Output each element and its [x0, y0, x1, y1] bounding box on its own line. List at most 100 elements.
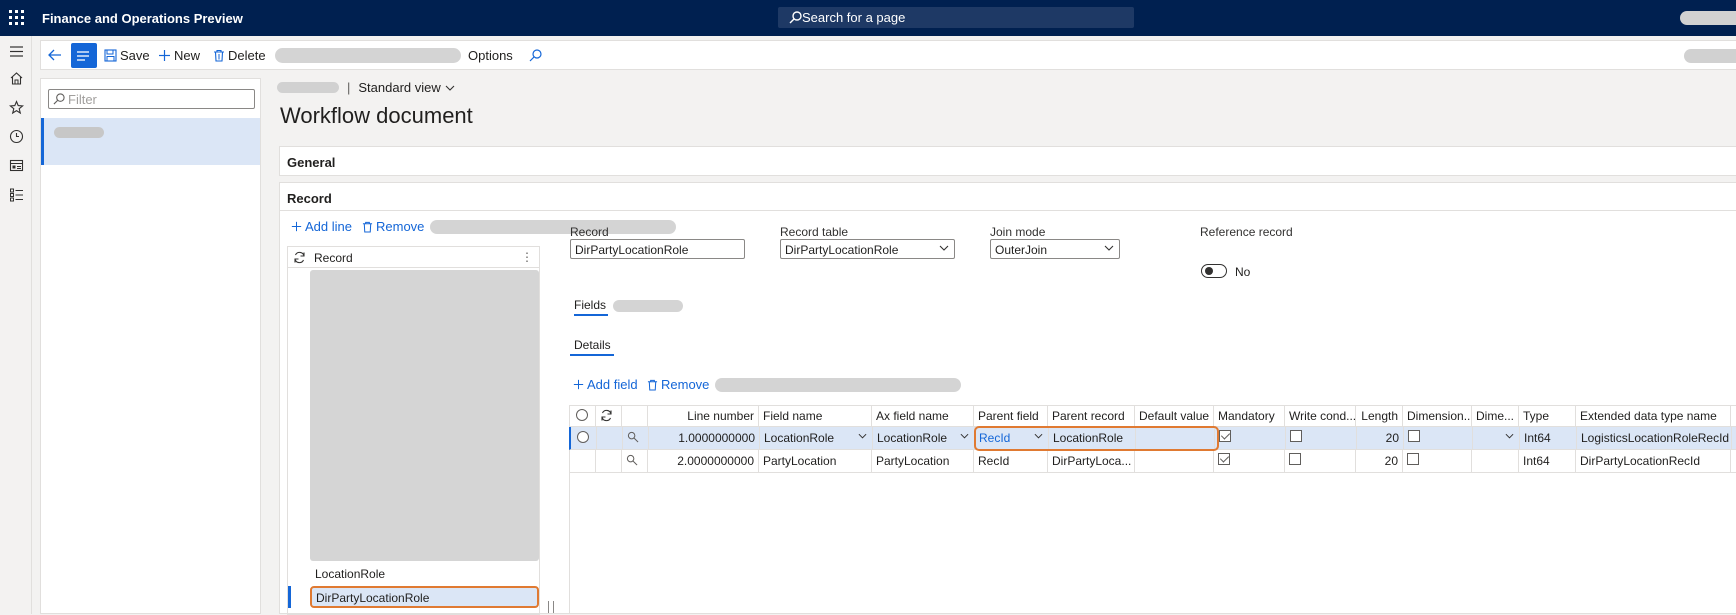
row-select-cell[interactable]: [571, 427, 597, 449]
add-line-button[interactable]: Add line: [291, 219, 352, 234]
list-item-selected[interactable]: [41, 118, 260, 165]
save-button[interactable]: Save: [104, 41, 150, 69]
find-button[interactable]: [529, 41, 545, 69]
col-type[interactable]: Type: [1519, 406, 1576, 426]
cell-parent-record[interactable]: DirPartyLoca...: [1048, 450, 1135, 472]
chevron-down-icon[interactable]: [858, 433, 867, 439]
cell-dimension[interactable]: [1404, 427, 1473, 449]
cell-dimension[interactable]: [1403, 450, 1472, 472]
cell-line-number[interactable]: 2.0000000000: [648, 450, 759, 472]
col-default-value[interactable]: Default value: [1135, 406, 1214, 426]
chevron-down-icon[interactable]: [445, 85, 455, 91]
select-all-cell[interactable]: [570, 406, 596, 426]
cell-mandatory[interactable]: [1215, 427, 1286, 449]
cell-field-name[interactable]: LocationRole: [760, 427, 873, 449]
col-ax-field-name[interactable]: Ax field name: [872, 406, 974, 426]
row-select-cell[interactable]: [570, 450, 596, 472]
new-button[interactable]: New: [158, 41, 200, 69]
delete-button[interactable]: Delete: [213, 41, 266, 69]
refresh-icon[interactable]: [293, 251, 306, 264]
workspaces-icon[interactable]: [9, 158, 24, 173]
cell-parent-field[interactable]: RecId: [974, 450, 1048, 472]
filter-input[interactable]: Filter: [48, 89, 255, 109]
modules-list-icon[interactable]: [9, 187, 24, 202]
cell-length[interactable]: 20: [1357, 427, 1404, 449]
cell-dime[interactable]: [1473, 427, 1520, 449]
remove-line-button[interactable]: Remove: [362, 219, 424, 234]
home-icon[interactable]: [9, 71, 24, 86]
more-options-icon[interactable]: ⋮: [521, 250, 533, 264]
col-edt-name[interactable]: Extended data type name: [1576, 406, 1731, 426]
hamburger-menu-icon[interactable]: [9, 44, 24, 59]
chevron-down-icon[interactable]: [1505, 433, 1514, 439]
view-selector[interactable]: Standard view: [358, 80, 440, 95]
breadcrumb-separator: |: [347, 80, 351, 95]
tree-item-dirpartylocationrole[interactable]: DirPartyLocationRole: [310, 586, 539, 608]
col-write-cond[interactable]: Write cond...: [1285, 406, 1356, 426]
cell-parent-field[interactable]: RecId: [975, 427, 1049, 449]
app-launcher-icon[interactable]: [9, 10, 25, 26]
splitter-handle[interactable]: [548, 601, 554, 613]
cell-ax-field-name[interactable]: PartyLocation: [872, 450, 974, 472]
cell-ax-field-name[interactable]: LocationRole: [873, 427, 975, 449]
col-field-name[interactable]: Field name: [759, 406, 872, 426]
write-cond-checkbox[interactable]: [1289, 453, 1301, 465]
action-pane-menu-button[interactable]: [71, 43, 97, 68]
col-mandatory[interactable]: Mandatory: [1214, 406, 1285, 426]
row-lookup-cell[interactable]: [623, 427, 649, 449]
tab-details[interactable]: Details: [570, 338, 614, 356]
cell-length[interactable]: 20: [1356, 450, 1403, 472]
remove-field-button[interactable]: Remove: [647, 377, 709, 392]
table-row[interactable]: 1.0000000000 LocationRole LocationRole R…: [569, 427, 1736, 450]
mandatory-checkbox[interactable]: [1218, 453, 1230, 465]
cell-edt-name[interactable]: DirPartyLocationRecId: [1576, 450, 1731, 472]
chevron-down-icon[interactable]: [1034, 433, 1043, 439]
cell-write-cond[interactable]: [1286, 427, 1357, 449]
cell-edt-name[interactable]: LogisticsLocationRoleRecId: [1577, 427, 1732, 449]
dimension-checkbox[interactable]: [1407, 453, 1419, 465]
add-field-button[interactable]: Add field: [573, 377, 638, 392]
refresh-icon[interactable]: [600, 409, 613, 422]
tab-fields[interactable]: Fields: [574, 298, 608, 316]
col-dimension[interactable]: Dimension...: [1403, 406, 1472, 426]
col-dime[interactable]: Dime...: [1472, 406, 1519, 426]
options-button[interactable]: Options: [468, 41, 513, 69]
cell-default-value[interactable]: [1136, 427, 1215, 449]
lookup-search-icon[interactable]: [627, 431, 639, 443]
cell-write-cond[interactable]: [1285, 450, 1356, 472]
cell-mandatory[interactable]: [1214, 450, 1285, 472]
cell-field-name[interactable]: PartyLocation: [759, 450, 872, 472]
lookup-search-icon[interactable]: [626, 454, 638, 466]
fasttab-record-header[interactable]: Record: [287, 191, 332, 206]
refresh-cell[interactable]: [596, 406, 622, 426]
reference-record-toggle[interactable]: [1201, 264, 1227, 278]
cell-line-number[interactable]: 1.0000000000: [649, 427, 760, 449]
cell-type[interactable]: Int64: [1519, 450, 1576, 472]
user-avatar-placeholder[interactable]: [1680, 11, 1736, 25]
back-button[interactable]: [47, 41, 66, 69]
cell-type[interactable]: Int64: [1520, 427, 1577, 449]
clock-recent-icon[interactable]: [9, 129, 24, 144]
cell-dime[interactable]: [1472, 450, 1519, 472]
col-line-number[interactable]: Line number: [648, 406, 759, 426]
cell-parent-record[interactable]: LocationRole: [1049, 427, 1136, 449]
table-row[interactable]: 2.0000000000 PartyLocation PartyLocation…: [570, 450, 1736, 473]
tree-item-locationrole[interactable]: LocationRole: [310, 563, 539, 585]
chevron-down-icon[interactable]: [960, 433, 969, 439]
page-search-input[interactable]: Search for a page: [778, 7, 1134, 28]
select-all-radio[interactable]: [576, 409, 588, 421]
row-select-radio[interactable]: [577, 431, 589, 443]
record-field[interactable]: DirPartyLocationRole: [570, 239, 745, 259]
join-mode-select[interactable]: OuterJoin: [990, 239, 1120, 259]
dimension-checkbox[interactable]: [1408, 430, 1420, 442]
write-cond-checkbox[interactable]: [1290, 430, 1302, 442]
cell-default-value[interactable]: [1135, 450, 1214, 472]
col-parent-field[interactable]: Parent field: [974, 406, 1048, 426]
mandatory-checkbox[interactable]: [1219, 430, 1231, 442]
col-length[interactable]: Length: [1356, 406, 1403, 426]
fasttab-general[interactable]: General: [279, 146, 1736, 176]
col-parent-record[interactable]: Parent record: [1048, 406, 1135, 426]
row-lookup-cell[interactable]: [622, 450, 648, 472]
record-table-select[interactable]: DirPartyLocationRole: [780, 239, 955, 259]
star-favorites-icon[interactable]: [9, 100, 24, 115]
